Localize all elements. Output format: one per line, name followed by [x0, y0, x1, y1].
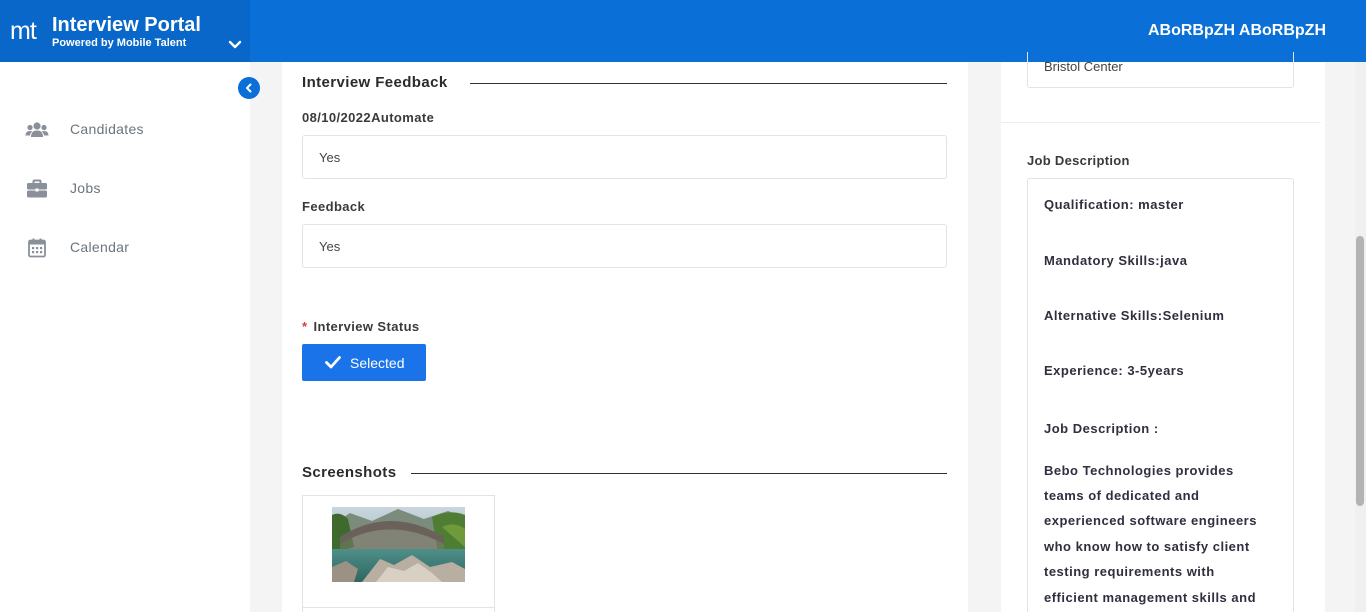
job-description-label: Job Description	[1027, 153, 1130, 168]
scrollbar-thumb[interactable]	[1356, 236, 1364, 506]
sidebar-item-label: Calendar	[70, 239, 130, 255]
app-subtitle: Powered by Mobile Talent	[52, 37, 187, 49]
section-divider	[470, 83, 947, 84]
location-field[interactable]: Bristol Center	[1027, 52, 1294, 88]
briefcase-icon	[27, 179, 47, 198]
interview-feedback-title: Interview Feedback	[302, 74, 448, 91]
interview-status-label: * Interview Status	[302, 319, 420, 334]
page-scrollbar[interactable]	[1355, 62, 1366, 612]
feedback-label: Feedback	[302, 199, 366, 214]
jd-line: who know how to satisfy client	[1044, 539, 1250, 554]
users-icon	[25, 122, 49, 137]
interview-status-label-text: Interview Status	[313, 319, 420, 334]
sidebar-item-candidates[interactable]: Candidates	[0, 110, 250, 150]
jd-line: testing requirements with	[1044, 564, 1215, 579]
question-label: 08/10/2022Automate	[302, 110, 435, 125]
chevron-down-icon[interactable]	[228, 38, 242, 52]
screenshot-card[interactable]	[302, 495, 495, 612]
job-detail-card: Bristol Center Job Description Qualifica…	[1001, 52, 1325, 612]
sidebar-item-jobs[interactable]: Jobs	[0, 169, 250, 209]
check-icon	[325, 356, 341, 369]
required-marker: *	[302, 319, 308, 334]
sidebar-item-label: Jobs	[70, 180, 101, 196]
interview-detail-card: Interview Feedback 08/10/2022Automate Ye…	[282, 62, 968, 612]
calendar-icon	[28, 238, 46, 258]
jd-line: Alternative Skills:Selenium	[1044, 308, 1225, 323]
sidebar-item-calendar[interactable]: Calendar	[0, 228, 250, 268]
screenshots-title: Screenshots	[302, 464, 397, 481]
jd-line: Job Description :	[1044, 421, 1159, 436]
brand-logo: mt	[10, 17, 37, 45]
user-name[interactable]: ABoRBpZH ABoRBpZH	[1148, 21, 1326, 41]
jd-line: Experience: 3-5years	[1044, 363, 1185, 378]
screenshot-thumbnail[interactable]	[332, 507, 465, 582]
feedback-field[interactable]: Yes	[302, 224, 947, 268]
brand-menu[interactable]: mt Interview Portal Powered by Mobile Ta…	[0, 0, 250, 62]
selected-status-button[interactable]: Selected	[302, 344, 426, 381]
jd-line: efficient management skills and	[1044, 590, 1257, 605]
card-divider	[303, 607, 494, 608]
sidebar: Candidates Jobs Calendar	[0, 62, 250, 612]
job-description-box[interactable]: Qualification: master Mandatory Skills:j…	[1027, 178, 1294, 612]
app-title: Interview Portal	[52, 14, 201, 36]
question-answer-field[interactable]: Yes	[302, 135, 947, 179]
chevron-left-icon	[246, 83, 252, 93]
jd-line: Bebo Technologies provides	[1044, 463, 1234, 478]
status-button-label: Selected	[350, 355, 405, 371]
jd-line: Qualification: master	[1044, 197, 1184, 212]
jd-line: teams of dedicated and	[1044, 488, 1200, 503]
sidebar-item-label: Candidates	[70, 121, 144, 137]
jd-line: experienced software engineers	[1044, 513, 1257, 528]
section-divider	[411, 473, 947, 474]
section-divider	[1001, 122, 1321, 123]
sidebar-collapse-button[interactable]	[238, 77, 260, 99]
jd-line: Mandatory Skills:java	[1044, 253, 1188, 268]
